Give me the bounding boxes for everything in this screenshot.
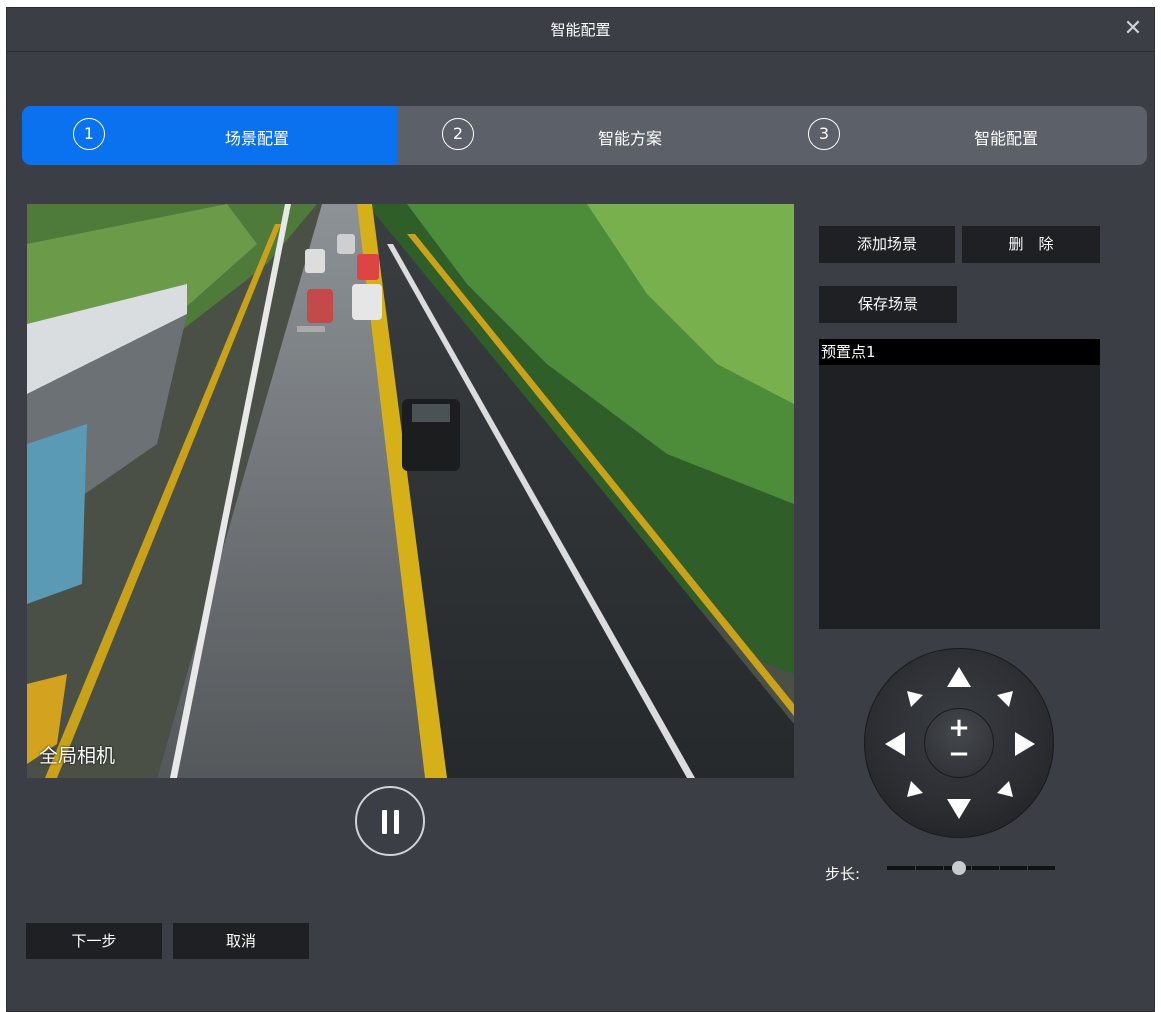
preset-list-item[interactable]: 预置点1 — [819, 339, 1100, 365]
step-label: 智能配置 — [974, 129, 1039, 148]
step-indicator: 1 场景配置 2 智能方案 3 智能配置 — [22, 106, 1147, 165]
step-1[interactable]: 1 场景配置 — [22, 106, 398, 165]
cancel-button[interactable]: 取消 — [173, 923, 309, 959]
slider-tick — [971, 866, 972, 870]
slider-tick — [999, 866, 1000, 870]
slider-tick — [943, 866, 944, 870]
step-length-slider-thumb[interactable] — [952, 861, 967, 875]
pan-down-arrow-icon[interactable] — [946, 798, 972, 820]
step-label: 智能方案 — [598, 129, 663, 148]
step-2[interactable]: 2 智能方案 — [398, 106, 772, 165]
pan-down-right-arrow-icon[interactable] — [996, 780, 1014, 798]
preset-list[interactable]: 预置点1 — [819, 339, 1100, 629]
road-scene-image — [27, 204, 794, 778]
camera-name-label: 全局相机 — [39, 745, 116, 767]
pan-up-left-arrow-icon[interactable] — [906, 690, 924, 708]
step-number: 3 — [808, 118, 840, 150]
delete-scene-button[interactable]: 删 除 — [962, 226, 1100, 263]
zoom-control: + − — [924, 708, 994, 778]
step-number: 1 — [73, 118, 105, 150]
pause-button[interactable] — [355, 786, 425, 856]
close-icon[interactable]: ✕ — [1120, 16, 1146, 42]
next-step-button[interactable]: 下一步 — [26, 923, 162, 959]
slider-tick — [915, 866, 916, 870]
pan-left-arrow-icon[interactable] — [884, 731, 906, 757]
step-length-slider[interactable] — [887, 861, 1055, 875]
smart-config-dialog: 智能配置 ✕ 1 场景配置 2 智能方案 3 智能配置 全局相机 添加场景 删 … — [6, 7, 1155, 1012]
step-3[interactable]: 3 智能配置 — [772, 106, 1147, 165]
add-scene-button[interactable]: 添加场景 — [819, 226, 955, 263]
dialog-title: 智能配置 — [550, 21, 611, 39]
pause-icon — [394, 810, 399, 834]
zoom-out-button[interactable]: − — [925, 739, 993, 769]
pan-right-arrow-icon[interactable] — [1014, 731, 1036, 757]
slider-tick — [1027, 866, 1028, 870]
pause-icon — [382, 810, 387, 834]
pan-up-right-arrow-icon[interactable] — [996, 690, 1014, 708]
step-number: 2 — [442, 118, 474, 150]
title-bar: 智能配置 ✕ — [7, 8, 1154, 52]
step-length-label: 步长: — [825, 865, 861, 883]
camera-video-feed[interactable]: 全局相机 — [27, 204, 794, 778]
save-scene-button[interactable]: 保存场景 — [819, 286, 957, 323]
ptz-control-wheel: + − — [864, 648, 1054, 838]
pan-down-left-arrow-icon[interactable] — [906, 780, 924, 798]
pan-up-arrow-icon[interactable] — [946, 666, 972, 688]
step-label: 场景配置 — [225, 129, 290, 148]
